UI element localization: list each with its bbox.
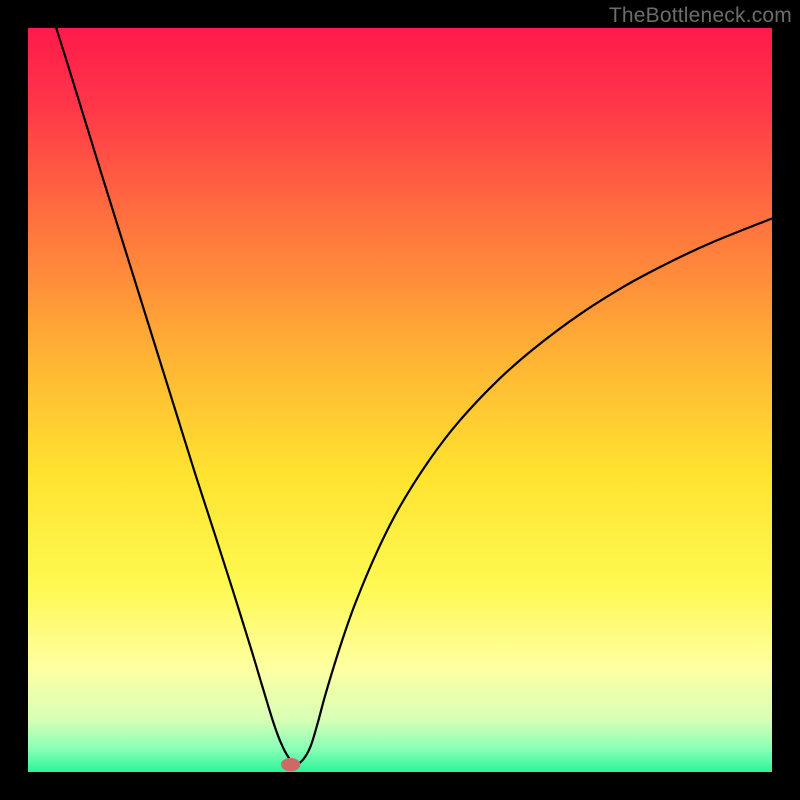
optimal-point-marker [281, 758, 300, 771]
watermark-text: TheBottleneck.com [609, 4, 792, 28]
bottleneck-chart [28, 28, 772, 772]
chart-frame [28, 28, 772, 772]
gradient-background [28, 28, 772, 772]
